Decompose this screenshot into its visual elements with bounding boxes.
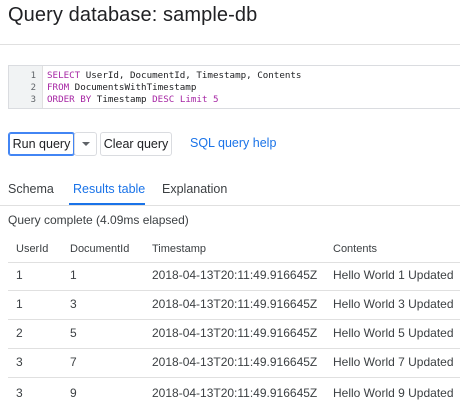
column-header-timestamp[interactable]: Timestamp bbox=[152, 243, 206, 255]
code-text: ORDER BY Timestamp DESC Limit 5 bbox=[47, 94, 219, 106]
column-header-contents[interactable]: Contents bbox=[333, 243, 377, 255]
code-token: Limit bbox=[179, 94, 208, 105]
code-token: DESC bbox=[152, 94, 175, 105]
tab-schema[interactable]: Schema bbox=[8, 182, 54, 196]
code-text: FROM DocumentsWithTimestamp bbox=[47, 82, 196, 94]
cell-contents: Hello World 3 Updated bbox=[333, 297, 454, 311]
cell-contents: Hello World 5 Updated bbox=[333, 326, 454, 340]
column-header-userid[interactable]: UserId bbox=[16, 243, 48, 255]
cell-documentid: 9 bbox=[70, 386, 77, 400]
code-token: ORDER BY bbox=[47, 94, 92, 105]
tab-explanation[interactable]: Explanation bbox=[162, 182, 227, 196]
cell-documentid: 1 bbox=[70, 268, 77, 282]
cell-timestamp: 2018-04-13T20:11:49.916645Z bbox=[152, 297, 318, 311]
cell-timestamp: 2018-04-13T20:11:49.916645Z bbox=[152, 355, 318, 369]
cell-documentid: 7 bbox=[70, 355, 77, 369]
clear-query-button[interactable]: Clear query bbox=[100, 132, 172, 156]
code-token: Timestamp bbox=[91, 94, 153, 105]
cell-contents: Hello World 9 Updated bbox=[333, 386, 454, 400]
cell-userid: 3 bbox=[16, 355, 23, 369]
tab-results-table[interactable]: Results table bbox=[73, 182, 145, 196]
row-divider bbox=[8, 377, 460, 378]
row-divider bbox=[8, 348, 460, 349]
run-options-dropdown[interactable] bbox=[74, 132, 97, 156]
code-line-1: 1 SELECT UserId, DocumentId, Timestamp, … bbox=[9, 70, 460, 82]
title-divider bbox=[0, 44, 460, 45]
tabs-divider bbox=[0, 205, 460, 206]
cell-timestamp: 2018-04-13T20:11:49.916645Z bbox=[152, 326, 318, 340]
cell-timestamp: 2018-04-13T20:11:49.916645Z bbox=[152, 386, 318, 400]
code-token: 5 bbox=[213, 94, 219, 105]
code-token: UserId, DocumentId, Timestamp, Contents bbox=[80, 70, 302, 81]
run-query-button[interactable]: Run query bbox=[8, 132, 75, 156]
code-text: SELECT UserId, DocumentId, Timestamp, Co… bbox=[47, 70, 301, 82]
table-header-divider bbox=[8, 262, 460, 263]
row-divider bbox=[8, 319, 460, 320]
cell-documentid: 5 bbox=[70, 326, 77, 340]
code-token: SELECT bbox=[47, 70, 81, 81]
cell-userid: 3 bbox=[16, 386, 23, 400]
line-number: 3 bbox=[30, 95, 36, 105]
column-header-documentid[interactable]: DocumentId bbox=[70, 243, 129, 255]
row-divider bbox=[8, 290, 460, 291]
cell-contents: Hello World 1 Updated bbox=[333, 268, 454, 282]
line-number: 2 bbox=[30, 83, 36, 93]
query-status: Query complete (4.09ms elapsed) bbox=[8, 213, 189, 227]
cell-userid: 1 bbox=[16, 268, 23, 282]
code-line-2: 2 FROM DocumentsWithTimestamp bbox=[9, 82, 460, 94]
code-token: FROM bbox=[47, 82, 70, 93]
cell-documentid: 3 bbox=[70, 297, 77, 311]
code-token: DocumentsWithTimestamp bbox=[69, 82, 197, 93]
page-title: Query database: sample-db bbox=[8, 4, 258, 26]
line-number: 1 bbox=[30, 71, 36, 81]
caret-down-icon bbox=[81, 142, 90, 146]
cell-timestamp: 2018-04-13T20:11:49.916645Z bbox=[152, 268, 318, 282]
cell-contents: Hello World 7 Updated bbox=[333, 355, 454, 369]
sql-editor[interactable]: 1 SELECT UserId, DocumentId, Timestamp, … bbox=[8, 65, 460, 109]
cell-userid: 2 bbox=[16, 326, 23, 340]
sql-query-help-link[interactable]: SQL query help bbox=[190, 136, 276, 150]
code-line-3: 3 ORDER BY Timestamp DESC Limit 5 bbox=[9, 94, 460, 106]
cell-userid: 1 bbox=[16, 297, 23, 311]
